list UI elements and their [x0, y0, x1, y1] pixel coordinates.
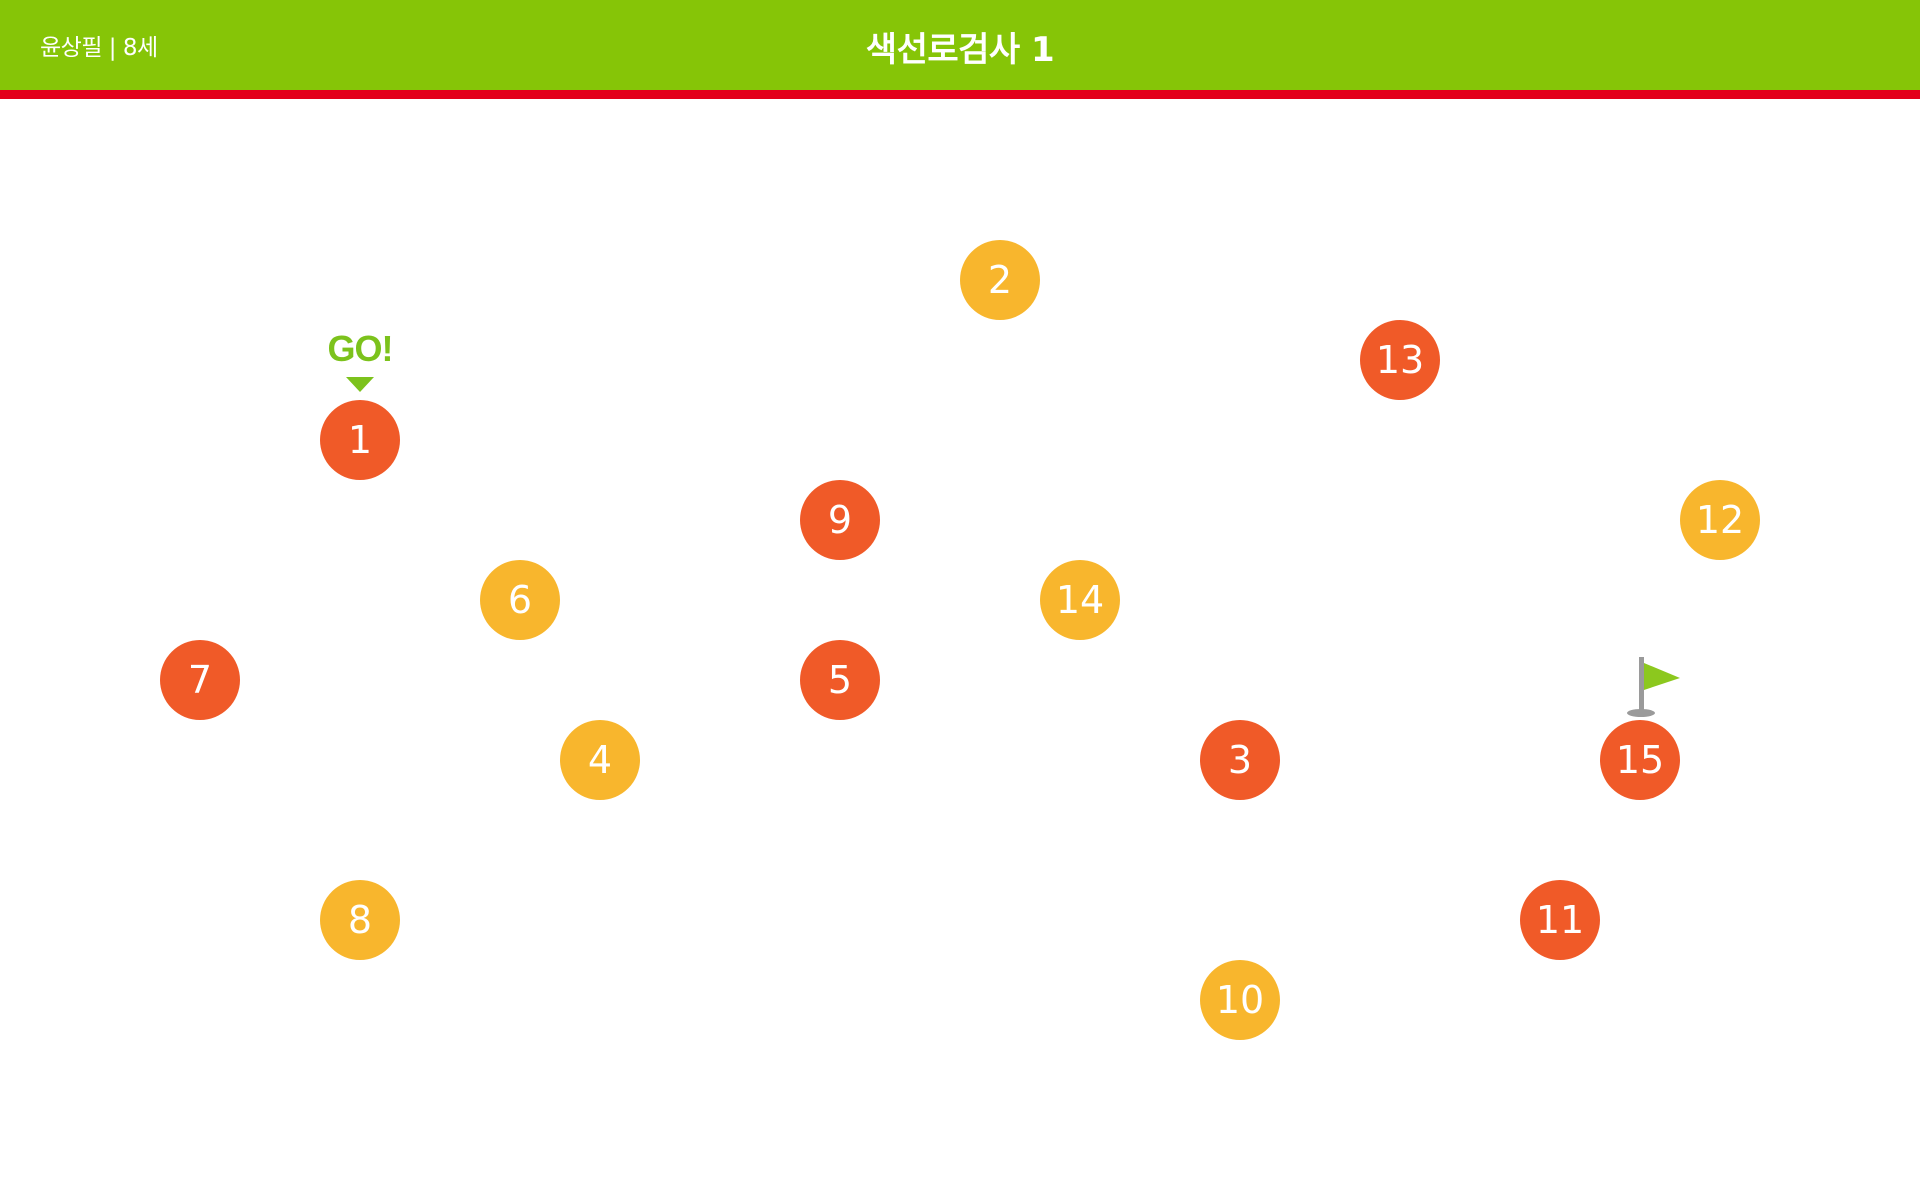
target-4[interactable]: 4 — [560, 720, 640, 800]
target-7[interactable]: 7 — [160, 640, 240, 720]
target-8[interactable]: 8 — [320, 880, 400, 960]
header-divider — [0, 90, 1920, 99]
go-label: GO! — [327, 328, 394, 369]
page-title: 색선로검사 1 — [865, 30, 1055, 70]
target-15[interactable]: 15 — [1600, 720, 1680, 800]
target-12[interactable]: 12 — [1680, 480, 1760, 560]
target-14[interactable]: 14 — [1040, 560, 1120, 640]
target-11[interactable]: 11 — [1520, 880, 1600, 960]
target-10[interactable]: 10 — [1200, 960, 1280, 1040]
target-9[interactable]: 9 — [800, 480, 880, 560]
target-5[interactable]: 5 — [800, 640, 880, 720]
target-6[interactable]: 6 — [480, 560, 560, 640]
flag-icon — [1627, 657, 1680, 717]
header-bar: 윤상필 | 8세 색선로검사 1 — [0, 0, 1920, 90]
target-13[interactable]: 13 — [1360, 320, 1440, 400]
target-3[interactable]: 3 — [1200, 720, 1280, 800]
go-arrow-icon — [346, 377, 374, 392]
test-canvas: GO! 1 2 3 4 5 6 7 8 9 10 11 12 13 14 15 — [0, 99, 1920, 1200]
target-1[interactable]: 1 — [320, 400, 400, 480]
target-2[interactable]: 2 — [960, 240, 1040, 320]
